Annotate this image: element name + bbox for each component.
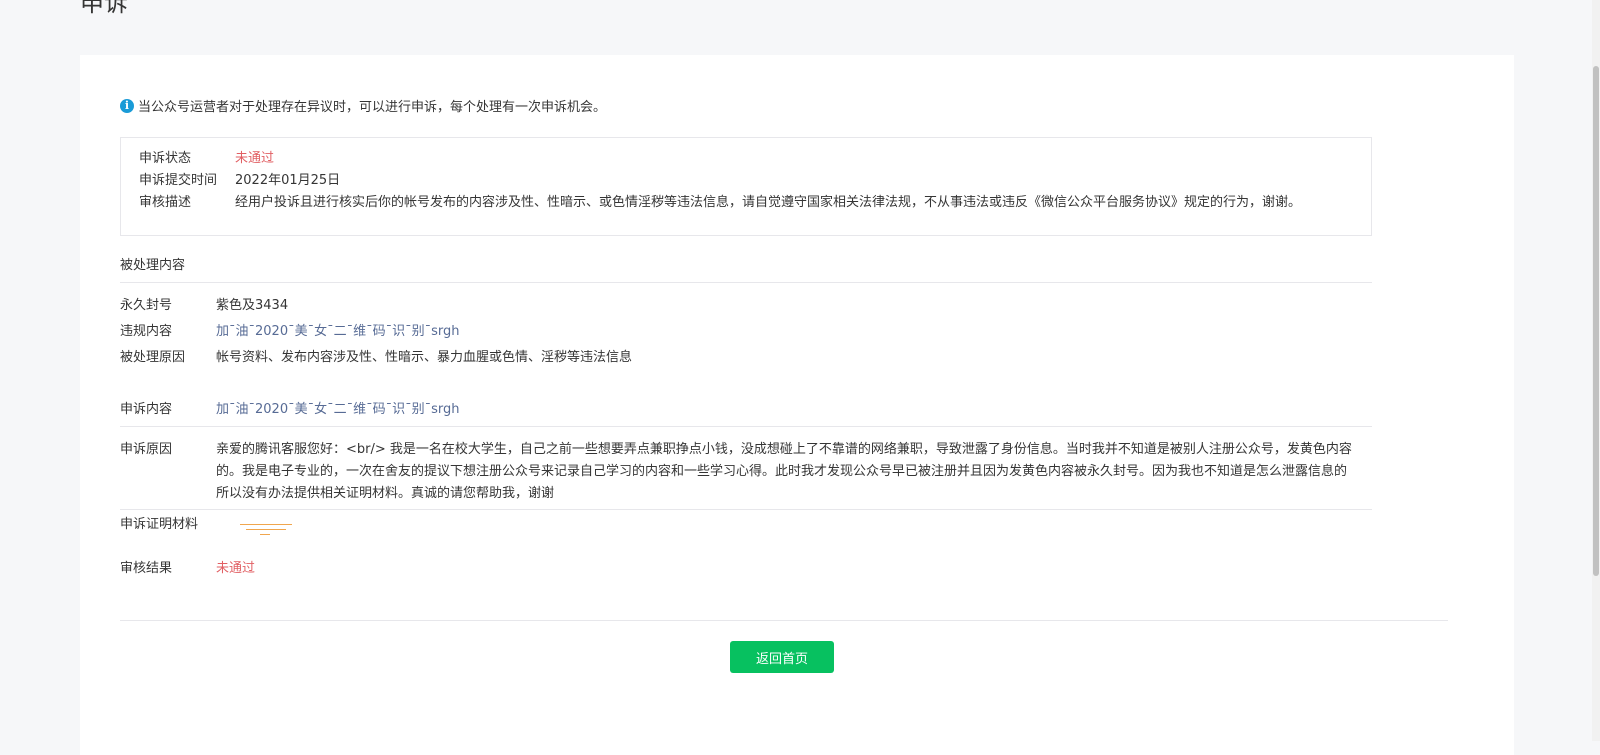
ban-value: 紫色及3434: [216, 298, 289, 313]
appeal-content-row: 申诉内容 加¯油¯2020¯美¯女¯二¯维¯码¯识¯别¯srgh: [120, 397, 1372, 423]
appeal-reason-row: 申诉原因 亲爱的腾讯客服您好：<br/> 我是一名在校大学生，自己之前一些想要弄…: [120, 439, 1372, 505]
appeal-status-box: 申诉状态 未通过 申诉提交时间 2022年01月25日 审核描述 经用户投诉且进…: [120, 137, 1372, 236]
appeal-notice: i 当公众号运营者对于处理存在异议时，可以进行申诉，每个处理有一次申诉机会。: [120, 96, 606, 115]
back-home-button[interactable]: 返回首页: [730, 641, 834, 673]
handled-content-group: 永久封号 紫色及3434 违规内容 加¯油¯2020¯美¯女¯二¯维¯码¯识¯别…: [120, 293, 1372, 371]
notice-text: 当公众号运营者对于处理存在异议时，可以进行申诉，每个处理有一次申诉机会。: [138, 100, 607, 115]
violation-content-link[interactable]: 加¯油¯2020¯美¯女¯二¯维¯码¯识¯别¯srgh: [216, 319, 459, 345]
submit-time-value: 2022年01月25日: [235, 173, 341, 188]
page-scrollbar-track[interactable]: [1592, 0, 1600, 741]
state-label: 申诉状态: [139, 151, 192, 166]
info-icon: i: [120, 98, 134, 113]
review-desc-label: 审核描述: [139, 195, 192, 210]
appeal-divider-2: [120, 509, 1372, 510]
appeal-reason-label: 申诉原因: [120, 442, 173, 457]
review-desc-value: 经用户投诉且进行核实后你的帐号发布的内容涉及性、性暗示、或色情淫秽等违法信息，请…: [235, 195, 1302, 210]
handled-section-title: 被处理内容: [120, 255, 1372, 283]
state-value: 未通过: [235, 151, 275, 166]
result-label: 审核结果: [120, 561, 173, 576]
status-row-submit-time: 申诉提交时间 2022年01月25日: [139, 170, 1371, 192]
appeal-content-group: 申诉内容 加¯油¯2020¯美¯女¯二¯维¯码¯识¯别¯srgh 申诉原因 亲爱…: [120, 397, 1372, 582]
appeal-divider-1: [120, 426, 1372, 427]
violation-row: 违规内容 加¯油¯2020¯美¯女¯二¯维¯码¯识¯别¯srgh: [120, 319, 1372, 345]
appeal-content-label: 申诉内容: [120, 402, 173, 417]
page-title: 申诉: [80, 0, 128, 17]
appeal-reason-value: 亲爱的腾讯客服您好：<br/> 我是一名在校大学生，自己之前一些想要弄点兼职挣点…: [216, 442, 1352, 501]
proof-label: 申诉证明材料: [120, 517, 199, 532]
ban-label: 永久封号: [120, 298, 173, 313]
status-row-state: 申诉状态 未通过: [139, 148, 1371, 170]
status-row-review-desc: 审核描述 经用户投诉且进行核实后你的帐号发布的内容涉及性、性暗示、或色情淫秽等违…: [139, 192, 1371, 214]
appeal-card: i 当公众号运营者对于处理存在异议时，可以进行申诉，每个处理有一次申诉机会。 申…: [80, 55, 1514, 755]
footer-divider: [120, 620, 1448, 621]
violation-label: 违规内容: [120, 324, 173, 339]
handled-reason-label: 被处理原因: [120, 350, 186, 365]
proof-image-thumbnail[interactable]: [216, 514, 314, 554]
appeal-content-link[interactable]: 加¯油¯2020¯美¯女¯二¯维¯码¯识¯别¯srgh: [216, 397, 459, 423]
handled-reason-value: 帐号资料、发布内容涉及性、性暗示、暴力血腥或色情、淫秽等违法信息: [216, 350, 633, 365]
ban-row: 永久封号 紫色及3434: [120, 293, 1372, 319]
proof-row: 申诉证明材料: [120, 512, 1372, 554]
handled-reason-row: 被处理原因 帐号资料、发布内容涉及性、性暗示、暴力血腥或色情、淫秽等违法信息: [120, 345, 1372, 371]
page-scrollbar-thumb[interactable]: [1593, 66, 1599, 576]
result-row: 审核结果 未通过: [120, 556, 1372, 582]
submit-time-label: 申诉提交时间: [139, 173, 218, 188]
result-value: 未通过: [216, 561, 256, 576]
